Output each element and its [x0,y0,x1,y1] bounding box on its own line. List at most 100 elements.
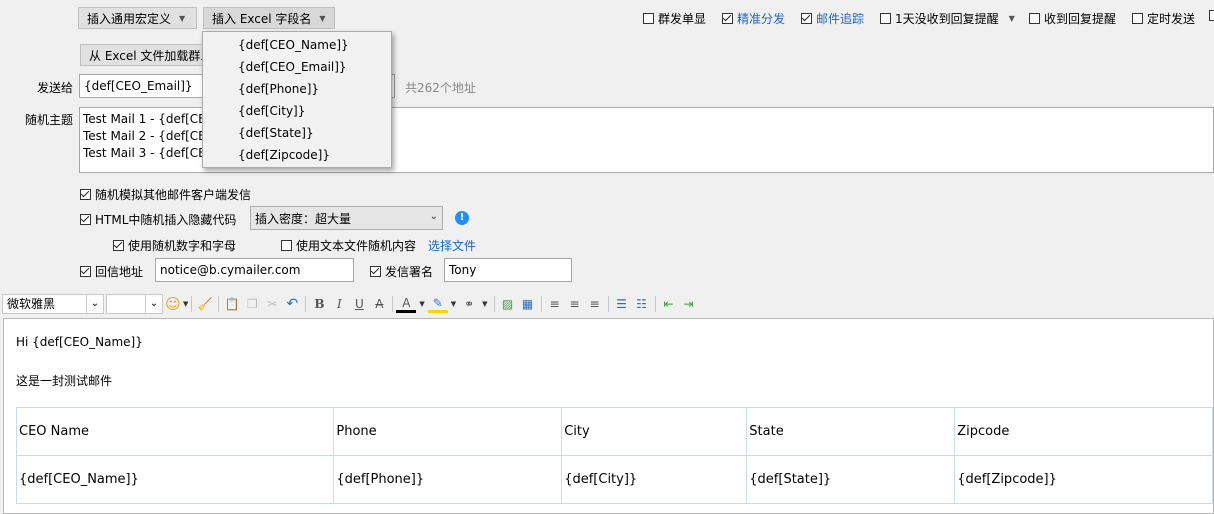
dropdown-item-city[interactable]: {def[City]} [238,104,305,118]
option-precise-distribution[interactable]: 精准分发 [722,10,785,27]
align-center-icon[interactable]: ≡ [565,294,585,314]
indent-icon[interactable]: ⇥ [679,294,699,314]
mail-greeting: Hi {def[CEO_Name]} [16,335,143,349]
option-scheduled-send[interactable]: 定时发送 [1132,10,1195,27]
reply-address-label: 回信地址 [95,265,144,279]
bold-icon[interactable]: B [309,294,329,314]
dropdown-item-phone[interactable]: {def[Phone]} [238,82,319,96]
option-reply-reminder[interactable]: 收到回复提醒 [1029,10,1116,27]
subject-line: Test Mail 3 - {def[CE [83,146,206,160]
clear-format-icon[interactable]: 🧹 [195,294,215,314]
subject-line: Test Mail 2 - {def[CE [83,129,206,143]
outdent-icon[interactable]: ⇤ [659,294,679,314]
sender-name-input[interactable]: Tony [444,258,572,282]
insert-macro-label: 插入通用宏定义 [87,11,172,26]
ordered-list-icon[interactable]: ☰ [612,294,632,314]
paste-icon[interactable]: 📋 [222,294,242,314]
font-color-icon[interactable]: A [396,296,417,313]
option-label: 收到回复提醒 [1044,12,1117,26]
table-icon[interactable]: ▦ [518,294,538,314]
simulate-client-option[interactable]: 随机模拟其他邮件客户端发信 [80,186,251,203]
sender-name-option[interactable]: 发信署名 [370,263,433,280]
italic-icon[interactable]: I [329,294,349,314]
chevron-down-icon[interactable]: ▼ [1009,14,1015,23]
link-icon[interactable]: ⚭ [459,294,479,314]
random-alnum-checkbox[interactable] [113,240,124,251]
table-header-cell: Zipcode [954,407,1213,456]
scheduled-send-checkbox[interactable] [1132,13,1143,24]
chevron-down-icon: ▼ [179,13,186,23]
reply-address-input[interactable]: notice@b.cymailer.com [155,258,354,282]
strikethrough-icon[interactable]: A [369,294,389,314]
reply-address-checkbox[interactable] [80,266,91,277]
load-from-excel-button[interactable]: 从 Excel 文件加载群发 [80,44,220,66]
option-label: 邮件追踪 [816,12,865,26]
html-hidden-checkbox[interactable] [80,214,91,225]
dropdown-item-ceo-email[interactable]: {def[CEO_Email]} [238,60,347,74]
reply-address-option[interactable]: 回信地址 [80,263,143,280]
chevron-down-icon[interactable]: ▼ [419,300,424,308]
random-text-label: 使用文本文件随机内容 [296,239,417,253]
toolbar-separator [191,296,193,312]
extra-option-checkbox[interactable] [1209,10,1214,21]
emoji-icon[interactable]: ☺ [163,294,183,314]
precise-distribution-checkbox[interactable] [722,13,733,24]
html-hidden-label: HTML中随机插入隐藏代码 [95,213,237,227]
random-alnum-option[interactable]: 使用随机数字和字母 [113,237,236,254]
toolbar-separator [607,296,609,312]
excel-field-dropdown-menu: {def[CEO_Name]} {def[CEO_Email]} {def[Ph… [202,31,392,168]
density-value: 插入密度：超大量 [255,211,352,226]
chevron-down-icon[interactable]: ▼ [183,300,188,308]
chevron-down-icon[interactable]: ▼ [451,300,456,308]
align-right-icon[interactable]: ≡ [585,294,605,314]
info-icon[interactable]: ! [455,211,469,225]
chevron-down-icon: ⌄ [145,295,162,313]
font-size-select[interactable]: ⌄ [106,294,163,314]
table-header-cell: State [746,407,956,456]
random-text-checkbox[interactable] [281,240,292,251]
no-reply-reminder-checkbox[interactable] [880,13,891,24]
font-family-select[interactable]: 微软雅黑 ⌄ [2,294,104,314]
mail-table: CEO Name Phone City State Zipcode {def[C… [15,407,1213,504]
subject-line: Test Mail 1 - {def[CE [83,112,206,126]
insert-excel-field-button[interactable]: 插入 Excel 字段名 ▼ [203,7,335,29]
dropdown-item-state[interactable]: {def[State]} [238,126,314,140]
option-label: 1天没收到回复提醒 [895,12,999,26]
random-text-option[interactable]: 使用文本文件随机内容 [281,237,416,254]
mail-tracking-checkbox[interactable] [801,13,812,24]
insert-macro-button[interactable]: 插入通用宏定义 ▼ [78,7,197,29]
copy-icon[interactable]: ❐ [242,294,262,314]
option-mail-tracking[interactable]: 邮件追踪 [801,10,864,27]
option-no-reply-reminder[interactable]: 1天没收到回复提醒 ▼ [880,10,1015,27]
align-left-icon[interactable]: ≡ [545,294,565,314]
cut-icon[interactable]: ✂ [262,294,282,314]
chevron-down-icon[interactable]: ▼ [482,300,487,308]
toolbar-separator [218,296,220,312]
choose-file-link[interactable]: 选择文件 [428,237,476,254]
mail-body-editor[interactable]: Hi {def[CEO_Name]} 这是一封测试邮件 CEO Name Pho… [3,318,1214,514]
random-subject-label: 随机主题 [25,113,74,127]
density-select[interactable]: 插入密度：超大量 ⌄ [250,206,443,230]
dropdown-item-ceo-name[interactable]: {def[CEO_Name]} [238,38,349,52]
single-display-checkbox[interactable] [643,13,654,24]
option-label: 群发单显 [658,12,707,26]
underline-icon[interactable]: U [349,294,369,314]
table-header-cell: Phone [333,407,563,456]
option-single-display[interactable]: 群发单显 [643,10,706,27]
undo-icon[interactable]: ↶ [282,294,302,314]
dropdown-item-zipcode[interactable]: {def[Zipcode]} [238,148,330,162]
reply-address-value: notice@b.cymailer.com [160,263,301,277]
html-hidden-option[interactable]: HTML中随机插入隐藏代码 [80,211,236,228]
reply-reminder-checkbox[interactable] [1029,13,1040,24]
simulate-client-checkbox[interactable] [80,189,91,200]
random-alnum-label: 使用随机数字和字母 [128,239,237,253]
table-cell: {def[City]} [561,455,748,504]
image-icon[interactable]: ▨ [498,294,518,314]
highlight-color-icon[interactable]: ✎ [427,296,448,313]
mail-line: 这是一封测试邮件 [16,374,113,388]
sender-name-checkbox[interactable] [370,266,381,277]
toolbar-separator [540,296,542,312]
editor-toolbar: 微软雅黑 ⌄ ⌄ ☺ ▼ 🧹 📋 ❐ ✂ ↶ B I U A A ▼ ✎ ▼ ⚭… [0,292,1214,316]
table-cell: {def[Zipcode]} [954,455,1213,504]
unordered-list-icon[interactable]: ☷ [632,294,652,314]
